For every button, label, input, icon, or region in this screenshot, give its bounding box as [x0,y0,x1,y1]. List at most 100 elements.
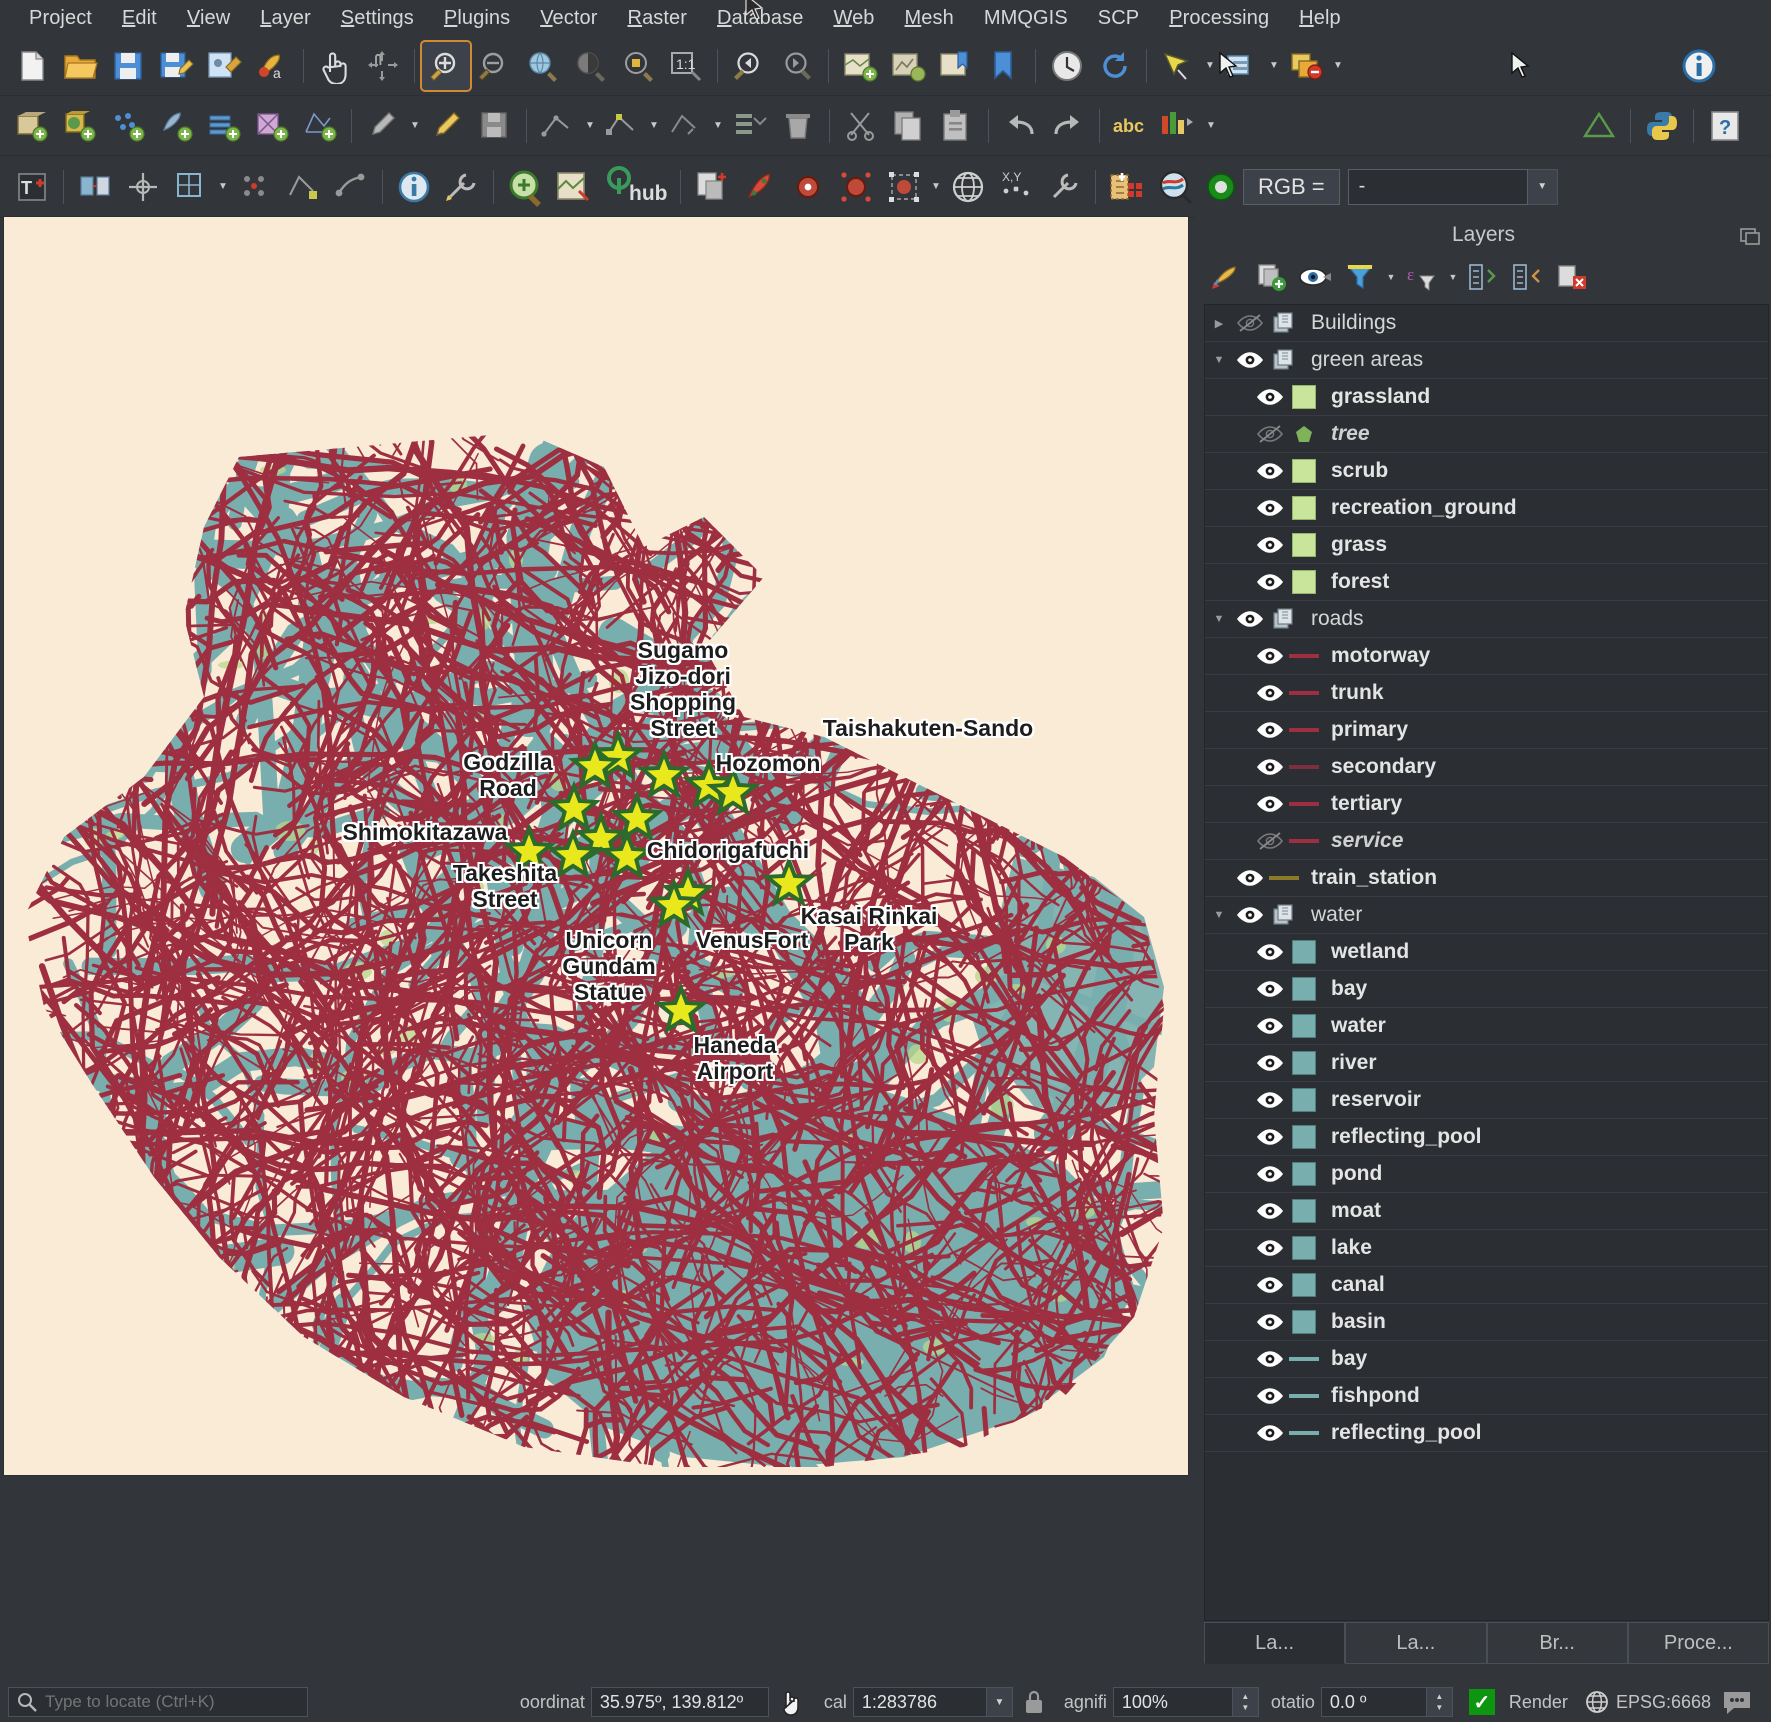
search-qms-icon[interactable] [549,163,597,211]
copy-layer-icon[interactable] [688,163,736,211]
new-bookmark-icon[interactable] [980,42,1028,90]
temporal-controller-icon[interactable] [1043,42,1091,90]
remove-layer-icon[interactable] [1552,257,1592,297]
visibility-eye-icon[interactable] [1253,1128,1287,1146]
add-wcs-layer-icon[interactable] [248,102,296,150]
semi-auto-classification-icon[interactable] [736,163,784,211]
magnifier-value[interactable]: 100% [1112,1687,1233,1717]
menu-item-web[interactable]: Web [818,4,889,33]
visibility-eye-icon[interactable] [1253,1017,1287,1035]
vector-grid-dropdown-arrow[interactable]: ▼ [215,163,231,211]
layer-row-green areas[interactable]: ▼ green areas [1205,342,1768,379]
add-raster-layer-icon[interactable] [56,102,104,150]
open-project-icon[interactable] [56,42,104,90]
visibility-eye-icon[interactable] [1253,647,1287,665]
save-project-icon[interactable] [104,42,152,90]
zoom-to-layer-icon[interactable]: 1:1 [662,42,710,90]
visibility-eye-icon[interactable] [1253,573,1287,591]
panel-tab-3[interactable]: Proce... [1627,1622,1769,1664]
identify-tool-icon[interactable] [390,163,438,211]
layer-row-basin[interactable]: basin [1205,1304,1768,1341]
rotation-stepper[interactable]: ▲ ▼ [1426,1687,1453,1717]
add-mesh-layer-icon[interactable] [296,102,344,150]
zoom-to-selection-icon[interactable] [614,42,662,90]
style-manager-icon[interactable]: a [248,42,296,90]
visibility-eye-icon[interactable] [1253,1276,1287,1294]
magnifier-spinbox[interactable]: 100% ▲ ▼ [1112,1687,1259,1717]
zoom-native-icon[interactable] [566,42,614,90]
menu-item-mmqgis[interactable]: MMQGIS [969,4,1083,33]
new-3d-map-view-icon[interactable] [884,42,932,90]
menu-item-settings[interactable]: Settings [326,4,429,33]
messages-icon[interactable] [1711,1689,1763,1715]
layer-row-roads[interactable]: ▼ roads [1205,601,1768,638]
visibility-eye-icon[interactable] [1253,388,1287,406]
measure-icon[interactable] [1575,102,1623,150]
layer-row-motorway[interactable]: motorway [1205,638,1768,675]
visibility-eye-icon[interactable] [1253,1424,1287,1442]
visibility-eye-icon[interactable] [1253,1387,1287,1405]
layer-row-bay[interactable]: bay [1205,971,1768,1008]
vertex-tool-icon[interactable] [598,102,646,150]
copy-features-icon[interactable] [885,102,933,150]
rgb-dropdown-arrow[interactable]: ▼ [1527,168,1558,205]
pan-map-icon[interactable] [311,42,359,90]
panel-tab-0[interactable]: La... [1204,1622,1346,1664]
cut-features-icon[interactable] [837,102,885,150]
expander-toggle[interactable]: ▼ [1205,354,1233,366]
new-project-icon[interactable] [8,42,56,90]
menu-item-scp[interactable]: SCP [1083,4,1154,33]
add-vector-layer-icon[interactable] [8,102,56,150]
raster-preview-icon[interactable] [1151,163,1199,211]
filter-legend-icon[interactable] [1340,257,1380,297]
select-features-dropdown-arrow[interactable]: ▼ [1202,42,1218,90]
visibility-eye-icon[interactable] [1233,610,1267,628]
info-icon[interactable] [1675,42,1723,90]
filter-legend-dropdown-arrow[interactable]: ▼ [1384,257,1398,297]
visibility-eye-icon[interactable] [1253,980,1287,998]
classification-dropdown-arrow[interactable]: ▼ [928,163,944,211]
open-layer-styling-icon[interactable] [1208,257,1248,297]
visibility-eye-icon[interactable] [1253,1054,1287,1072]
globe-icon[interactable] [944,163,992,211]
layer-row-grass[interactable]: grass [1205,527,1768,564]
zoom-full-icon[interactable] [518,42,566,90]
rotation-spinbox[interactable]: 0.0 º ▲ ▼ [1320,1687,1453,1717]
show-hide-labels-icon[interactable] [1155,102,1203,150]
layer-row-forest[interactable]: forest [1205,564,1768,601]
add-delimited-text-layer-icon[interactable] [104,102,152,150]
modify-attributes-icon[interactable] [662,102,710,150]
select-features-icon[interactable] [1154,42,1202,90]
scale-dropdown-arrow[interactable]: ▼ [986,1687,1013,1717]
paste-features-icon[interactable] [933,102,981,150]
expand-all-icon[interactable] [1464,257,1504,297]
visibility-eye-icon[interactable] [1233,906,1267,924]
manage-map-themes-icon[interactable] [1296,257,1336,297]
layer-row-water[interactable]: ▼ water [1205,897,1768,934]
classification-preview-icon[interactable] [880,163,928,211]
menu-item-mesh[interactable]: Mesh [890,4,969,33]
layer-row-pond[interactable]: pond [1205,1156,1768,1193]
xy-tool-icon[interactable]: X,Y [992,163,1040,211]
visibility-eye-off-icon[interactable] [1253,424,1287,444]
visibility-eye-off-icon[interactable] [1233,313,1267,333]
add-line-dropdown-arrow[interactable]: ▼ [582,102,598,150]
multi-edit-icon[interactable] [726,102,774,150]
vertex-tool-dropdown-arrow[interactable]: ▼ [646,102,662,150]
deselect-dropdown-arrow[interactable]: ▼ [1266,42,1282,90]
locate-bar[interactable] [8,1687,308,1717]
visibility-eye-icon[interactable] [1233,351,1267,369]
add-spatialite-layer-icon[interactable] [152,102,200,150]
expander-toggle[interactable]: ▼ [1205,909,1233,921]
visibility-eye-off-icon[interactable] [1253,831,1287,851]
help-icon[interactable]: ? [1701,102,1749,150]
modify-dropdown-arrow[interactable]: ▼ [710,102,726,150]
expander-toggle[interactable]: ▼ [1205,613,1233,625]
filter-legend-expression-icon[interactable]: ε [1402,257,1442,297]
menu-item-database[interactable]: Database [702,4,818,33]
save-project-as-icon[interactable] [152,42,200,90]
scale-value[interactable]: 1:283786 [852,1687,987,1717]
crs-indicator[interactable]: EPSG:6668 [1584,1689,1711,1715]
layer-row-reflecting-pool[interactable]: reflecting_pool [1205,1119,1768,1156]
layer-row-tertiary[interactable]: tertiary [1205,786,1768,823]
